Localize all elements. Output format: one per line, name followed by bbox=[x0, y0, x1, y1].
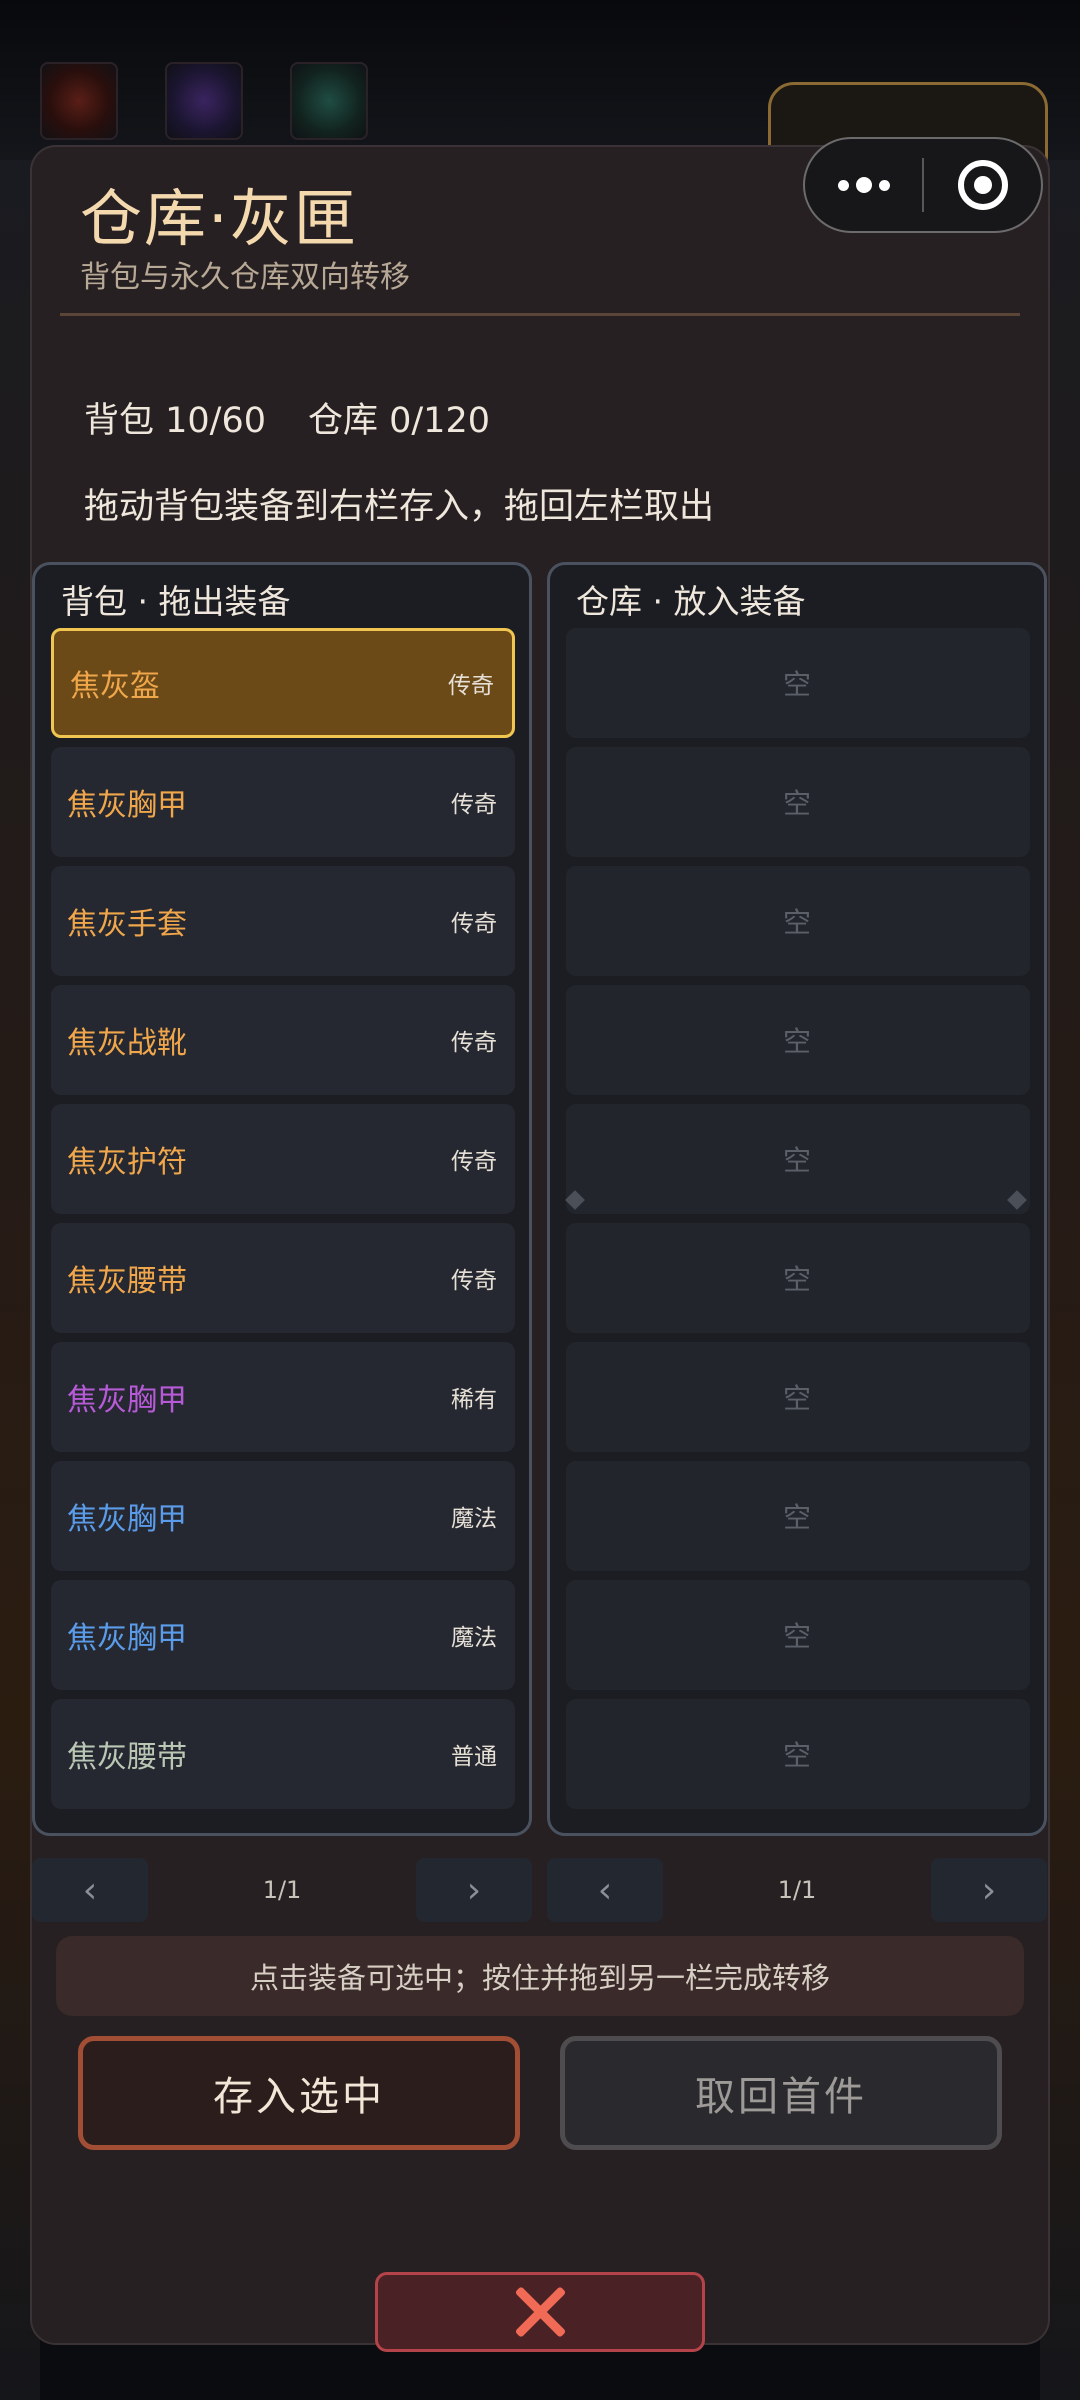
divider bbox=[60, 313, 1020, 316]
empty-slot-label: 空 bbox=[782, 1144, 811, 1177]
empty-slot-label: 空 bbox=[782, 1739, 811, 1772]
empty-slot-label: 空 bbox=[782, 906, 811, 939]
close-button[interactable] bbox=[375, 2272, 705, 2352]
warehouse-slot[interactable]: 空 bbox=[566, 1580, 1030, 1690]
item-name: 焦灰胸甲 bbox=[67, 1502, 187, 1537]
warehouse-column: 仓库 · 放入装备 空空空空空空空空空空 bbox=[547, 562, 1047, 1836]
item-rarity: 传奇 bbox=[451, 911, 497, 937]
backpack-item[interactable]: 焦灰胸甲 传奇 bbox=[51, 747, 515, 857]
warehouse-slot[interactable]: 空 bbox=[566, 1342, 1030, 1452]
item-name: 焦灰腰带 bbox=[67, 1264, 187, 1299]
backpack-page-label: 1/1 bbox=[262, 1876, 302, 1904]
more-dots-icon[interactable] bbox=[805, 139, 922, 231]
empty-slot-label: 空 bbox=[782, 1620, 811, 1653]
empty-slot-label: 空 bbox=[782, 668, 811, 701]
item-name: 焦灰腰带 bbox=[67, 1740, 187, 1775]
item-rarity: 传奇 bbox=[451, 792, 497, 818]
warehouse-slot[interactable]: 空 bbox=[566, 985, 1030, 1095]
backpack-item[interactable]: 焦灰胸甲 稀有 bbox=[51, 1342, 515, 1452]
backpack-column: 背包 · 拖出装备 焦灰盔 传奇 焦灰胸甲 传奇 焦灰手套 传奇 焦灰战靴 传奇 焦灰护符 传奇焦… bbox=[32, 562, 532, 1836]
backpack-item[interactable]: 焦灰胸甲 魔法 bbox=[51, 1580, 515, 1690]
backpack-item[interactable]: 焦灰腰带 传奇 bbox=[51, 1223, 515, 1333]
backpack-item[interactable]: 焦灰腰带 普通 bbox=[51, 1699, 515, 1809]
capacity-counts: 背包 10/60 仓库 0/120 bbox=[84, 392, 490, 443]
item-name: 焦灰胸甲 bbox=[67, 1383, 187, 1418]
warehouse-slot[interactable]: 空 bbox=[566, 1104, 1030, 1214]
close-icon bbox=[514, 2286, 567, 2338]
warehouse-slot[interactable]: 空 bbox=[566, 1223, 1030, 1333]
item-rarity: 普通 bbox=[451, 1744, 497, 1770]
dialog-subtitle: 背包与永久仓库双向转移 bbox=[80, 260, 410, 295]
warehouse-prev-button[interactable]: ‹ bbox=[547, 1858, 663, 1922]
dialog-title: 仓库·灰匣 bbox=[80, 182, 358, 255]
instruction-text: 拖动背包装备到右栏存入，拖回左栏取出 bbox=[84, 487, 715, 527]
warehouse-count: 仓库 0/120 bbox=[308, 401, 490, 441]
warehouse-header: 仓库 · 放入装备 bbox=[576, 582, 806, 621]
item-name: 焦灰战靴 bbox=[67, 1026, 187, 1061]
warehouse-slot[interactable]: 空 bbox=[566, 866, 1030, 976]
item-rarity: 传奇 bbox=[451, 1149, 497, 1175]
deposit-selected-button[interactable]: 存入选中 bbox=[78, 2036, 520, 2150]
tip-bar: 点击装备可选中；按住并拖到另一栏完成转移 bbox=[56, 1936, 1024, 2016]
item-name: 焦灰手套 bbox=[67, 907, 187, 942]
class-emblem-icon bbox=[165, 62, 243, 140]
item-rarity: 传奇 bbox=[451, 1268, 497, 1294]
empty-slot-label: 空 bbox=[782, 1263, 811, 1296]
warehouse-slot[interactable]: 空 bbox=[566, 628, 1030, 738]
item-name: 焦灰胸甲 bbox=[67, 1621, 187, 1656]
backpack-item[interactable]: 焦灰手套 传奇 bbox=[51, 866, 515, 976]
backpack-next-button[interactable]: › bbox=[416, 1858, 532, 1922]
warehouse-slot[interactable]: 空 bbox=[566, 1461, 1030, 1571]
withdraw-first-button[interactable]: 取回首件 bbox=[560, 2036, 1002, 2150]
backpack-item[interactable]: 焦灰护符 传奇 bbox=[51, 1104, 515, 1214]
class-emblem-icon bbox=[290, 62, 368, 140]
item-rarity: 传奇 bbox=[451, 1030, 497, 1056]
empty-slot-label: 空 bbox=[782, 1382, 811, 1415]
item-rarity: 传奇 bbox=[448, 673, 494, 699]
item-rarity: 魔法 bbox=[451, 1506, 497, 1532]
backpack-prev-button[interactable]: ‹ bbox=[32, 1858, 148, 1922]
empty-slot-label: 空 bbox=[782, 1501, 811, 1534]
item-name: 焦灰胸甲 bbox=[67, 788, 187, 823]
empty-slot-label: 空 bbox=[782, 1025, 811, 1058]
backpack-header: 背包 · 拖出装备 bbox=[61, 582, 291, 621]
backpack-item[interactable]: 焦灰战靴 传奇 bbox=[51, 985, 515, 1095]
warehouse-slot[interactable]: 空 bbox=[566, 747, 1030, 857]
empty-slot-label: 空 bbox=[782, 787, 811, 820]
item-rarity: 稀有 bbox=[451, 1387, 497, 1413]
target-icon[interactable] bbox=[924, 139, 1041, 231]
item-name: 焦灰盔 bbox=[70, 669, 160, 704]
backpack-item[interactable]: 焦灰盔 传奇 bbox=[51, 628, 515, 738]
warehouse-page-label: 1/1 bbox=[777, 1876, 817, 1904]
mini-program-capsule bbox=[803, 137, 1043, 233]
class-emblem-icon bbox=[40, 62, 118, 140]
warehouse-slot[interactable]: 空 bbox=[566, 1699, 1030, 1809]
item-rarity: 魔法 bbox=[451, 1625, 497, 1651]
backpack-count: 背包 10/60 bbox=[84, 401, 266, 441]
backpack-item[interactable]: 焦灰胸甲 魔法 bbox=[51, 1461, 515, 1571]
warehouse-next-button[interactable]: › bbox=[931, 1858, 1047, 1922]
item-name: 焦灰护符 bbox=[67, 1145, 187, 1180]
